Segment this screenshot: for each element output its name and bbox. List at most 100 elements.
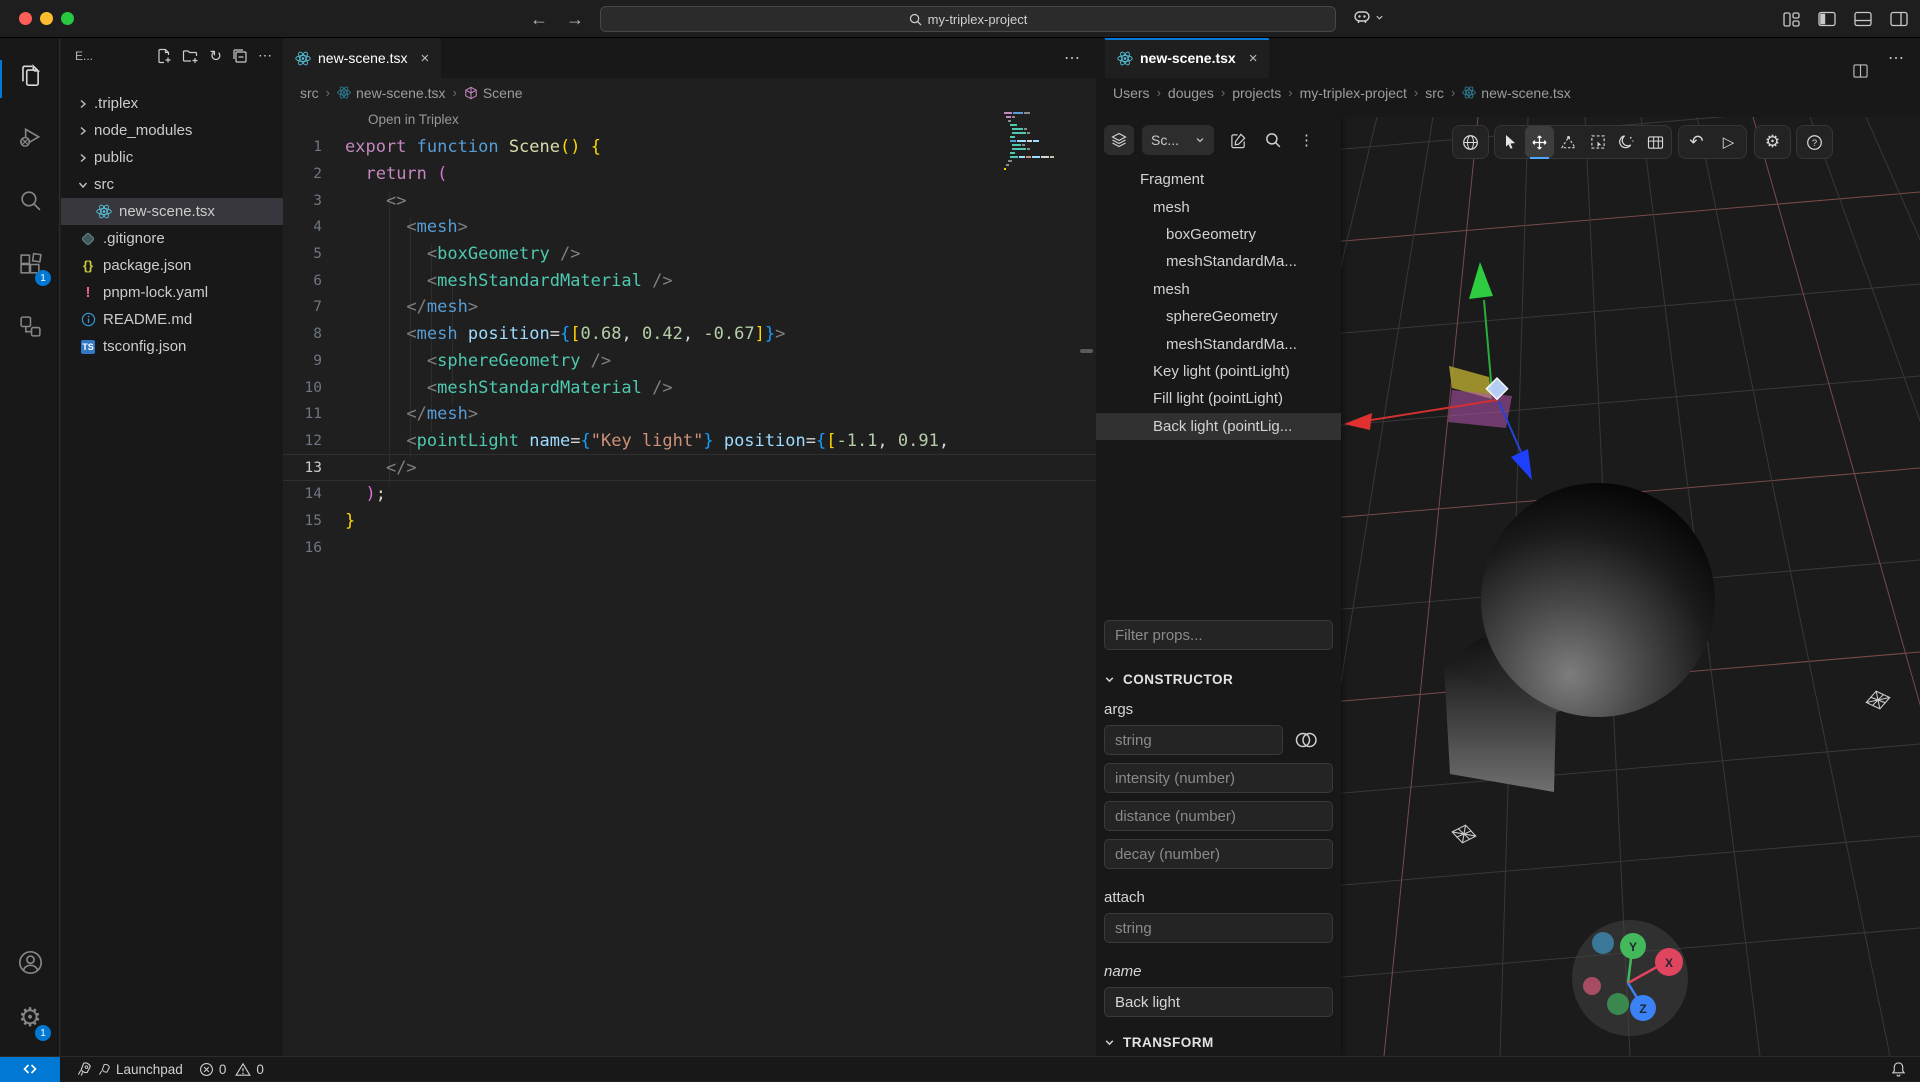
code-line[interactable]: 10 <meshStandardMaterial /> — [283, 374, 1096, 401]
scene-tree-row[interactable]: Fragment — [1096, 166, 1341, 193]
switch-prop-type-icon[interactable] — [1293, 731, 1319, 749]
code-line[interactable]: 8 <mesh position={[0.68, 0.42, -0.67]}> — [283, 321, 1096, 348]
select-tool[interactable] — [1496, 126, 1525, 158]
axis-neg-x-ball[interactable] — [1583, 977, 1601, 995]
close-icon[interactable]: × — [420, 50, 429, 67]
settings-button[interactable]: ⚙ — [1758, 126, 1787, 158]
code-line[interactable]: 3 <> — [283, 187, 1096, 214]
scene-tree-row[interactable]: meshStandardMa... — [1096, 248, 1341, 275]
copilot-menu[interactable] — [1352, 8, 1384, 26]
file-row[interactable]: {}package.json — [61, 252, 283, 279]
close-window-button[interactable] — [19, 12, 32, 25]
code-line[interactable]: 9 <sphereGeometry /> — [283, 348, 1096, 375]
point-light-helper[interactable] — [1864, 689, 1891, 712]
file-row[interactable]: node_modules — [61, 117, 283, 144]
gizmo-z-arrow[interactable] — [1511, 449, 1532, 480]
tab-new-scene[interactable]: new-scene.tsx × — [283, 38, 441, 78]
code-line[interactable]: 7 </mesh> — [283, 294, 1096, 321]
gizmo-x-arrow[interactable] — [1344, 413, 1372, 430]
file-row[interactable]: src — [61, 171, 283, 198]
triplex-breadcrumb[interactable]: Users› douges› projects› my-triplex-proj… — [1113, 78, 1571, 107]
sidebar-item-explorer[interactable] — [0, 50, 60, 102]
new-folder-icon[interactable] — [182, 48, 199, 64]
scrollbar-thumb[interactable] — [1080, 349, 1093, 353]
sphere-mesh[interactable] — [1481, 483, 1715, 717]
problems-indicator[interactable]: 0 0 — [199, 1062, 264, 1077]
scene-tree-row[interactable]: mesh — [1096, 193, 1341, 220]
forward-icon[interactable]: → — [566, 9, 584, 30]
minimize-window-button[interactable] — [40, 12, 53, 25]
code-line[interactable]: 11 </mesh> — [283, 401, 1096, 428]
scene-tree-row[interactable]: meshStandardMa... — [1096, 330, 1341, 357]
play-button[interactable]: ▷ — [1714, 126, 1743, 158]
launchpad-button[interactable]: Launchpad — [76, 1061, 183, 1077]
close-icon[interactable]: × — [1249, 50, 1258, 67]
layers-button[interactable] — [1104, 125, 1134, 155]
breadcrumb[interactable]: src › new-scene.tsx › Scene — [300, 78, 523, 107]
code-line[interactable]: 2 return ( — [283, 161, 1096, 188]
code-line[interactable]: 15} — [283, 508, 1096, 535]
code-line[interactable]: 6 <meshStandardMaterial /> — [283, 267, 1096, 294]
back-icon[interactable]: ← — [530, 9, 548, 30]
scene-tree-row[interactable]: sphereGeometry — [1096, 303, 1341, 330]
code-line[interactable]: 5 <boxGeometry /> — [283, 241, 1096, 268]
sidebar-item-run-debug[interactable] — [0, 112, 60, 164]
orientation-gizmo[interactable]: Y X Z — [1572, 920, 1688, 1036]
code-line[interactable]: 14 ); — [283, 481, 1096, 508]
sidebar-item-references[interactable] — [0, 300, 60, 352]
kebab-menu-icon[interactable]: ⋮ — [1299, 131, 1314, 149]
toggle-secondary-sidebar-icon[interactable] — [1890, 11, 1908, 27]
environment-tool[interactable] — [1612, 126, 1641, 158]
breadcrumb-file[interactable]: new-scene.tsx — [1462, 85, 1570, 101]
constructor-section-header[interactable]: CONSTRUCTOR — [1104, 672, 1333, 687]
editor-more-actions-icon[interactable]: ⋯ — [1064, 38, 1080, 78]
settings-button[interactable]: ⚙ 1 — [0, 991, 60, 1043]
collapse-all-icon[interactable] — [232, 48, 248, 64]
translate-gizmo[interactable] — [1344, 262, 1532, 480]
minimap[interactable] — [1002, 110, 1058, 176]
axis-neg-y-ball[interactable] — [1607, 993, 1629, 1015]
decay-input[interactable] — [1104, 839, 1333, 869]
sidebar-item-search[interactable] — [0, 174, 60, 226]
scene-tree-row[interactable]: Fill light (pointLight) — [1096, 385, 1341, 412]
sidebar-item-extensions[interactable]: 1 — [0, 238, 60, 290]
axis-neg-z-ball[interactable] — [1592, 932, 1614, 954]
accounts-button[interactable] — [0, 936, 60, 988]
file-row[interactable]: new-scene.tsx — [61, 198, 283, 225]
translate-tool[interactable] — [1525, 126, 1554, 158]
undo-button[interactable]: ↶ — [1682, 126, 1711, 158]
file-row[interactable]: README.md — [61, 306, 283, 333]
new-file-icon[interactable] — [156, 48, 172, 64]
refresh-icon[interactable]: ↻ — [209, 47, 222, 65]
breadcrumb-src[interactable]: src — [300, 85, 319, 101]
open-in-triplex-codelens[interactable]: Open in Triplex — [368, 112, 459, 134]
distance-input[interactable] — [1104, 801, 1333, 831]
globe-tool[interactable] — [1456, 126, 1485, 158]
edit-scene-icon[interactable] — [1230, 132, 1247, 149]
toggle-panel-icon[interactable] — [1854, 11, 1872, 27]
file-row[interactable]: TStsconfig.json — [61, 333, 283, 360]
transform-box-tool[interactable] — [1583, 126, 1612, 158]
filter-props-input[interactable] — [1104, 620, 1333, 650]
code-line[interactable]: 12 <pointLight name={"Key light"} positi… — [283, 428, 1096, 455]
tab-new-scene-triplex[interactable]: new-scene.tsx × — [1105, 38, 1269, 78]
scene-tree-row[interactable]: boxGeometry — [1096, 221, 1341, 248]
customize-layout-icon[interactable] — [1783, 11, 1800, 28]
grid-settings-tool[interactable] — [1641, 126, 1670, 158]
arg-string-input[interactable] — [1104, 725, 1283, 755]
search-icon[interactable] — [1265, 132, 1281, 148]
remote-indicator[interactable] — [0, 1057, 60, 1082]
name-input[interactable] — [1104, 987, 1333, 1017]
transform-section-header[interactable]: TRANSFORM — [1104, 1035, 1333, 1050]
attach-input[interactable] — [1104, 913, 1333, 943]
scene-tree-row[interactable]: Key light (pointLight) — [1096, 358, 1341, 385]
breadcrumb-symbol[interactable]: Scene — [464, 85, 523, 101]
scene-tree-row[interactable]: mesh — [1096, 276, 1341, 303]
split-editor-icon[interactable] — [1853, 51, 1868, 91]
notifications-button[interactable] — [1891, 1061, 1906, 1077]
code-line[interactable]: 16 — [283, 534, 1096, 561]
intensity-input[interactable] — [1104, 763, 1333, 793]
code-line[interactable]: 4 <mesh> — [283, 214, 1096, 241]
maximize-window-button[interactable] — [61, 12, 74, 25]
command-center-search[interactable]: my-triplex-project — [600, 6, 1336, 32]
